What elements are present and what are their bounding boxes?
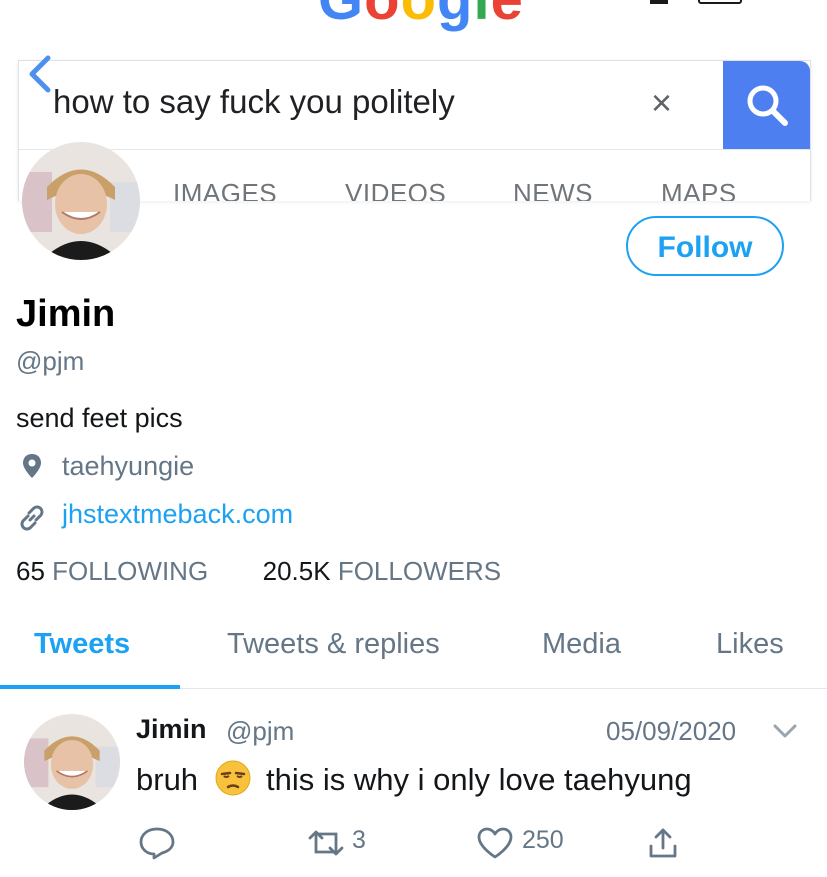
like-count: 250	[522, 826, 564, 854]
profile-bio: send feet pics	[16, 403, 183, 433]
following-label: FOLLOWING	[52, 556, 209, 586]
link-icon	[20, 505, 44, 531]
profile-handle: @pjm	[16, 346, 85, 376]
tweet-avatar[interactable]	[24, 714, 120, 810]
profile-location: taehyungie	[62, 451, 195, 481]
status-bar-time	[36, 0, 136, 6]
avatar-image	[24, 714, 120, 810]
followers-stat[interactable]: 20.5K FOLLOWERS	[263, 556, 501, 586]
tab-images[interactable]: IMAGES	[173, 178, 277, 201]
tab-news[interactable]: NEWS	[513, 178, 593, 201]
share-icon[interactable]	[646, 826, 680, 860]
avatar-image	[22, 142, 140, 260]
following-stat[interactable]: 65 FOLLOWING	[16, 556, 208, 586]
profile-avatar[interactable]	[22, 142, 140, 260]
search-button[interactable]	[723, 61, 810, 149]
tab-tweets[interactable]: Tweets	[34, 628, 130, 661]
retweet-icon[interactable]	[306, 826, 346, 860]
followers-count: 20.5K	[262, 556, 331, 586]
google-logo: Google	[318, 0, 524, 32]
tweet-author-handle: @pjm	[226, 716, 295, 746]
status-bar-indicators	[650, 0, 800, 6]
tweet-date: 05/09/2020	[606, 716, 737, 746]
tweet-text-end: this is why i only love taehyung	[266, 762, 692, 797]
active-tab-indicator	[0, 685, 180, 689]
search-bar: how to say fuck you politely ×	[19, 61, 810, 150]
close-icon[interactable]: ×	[651, 85, 672, 121]
back-chevron-icon[interactable]	[22, 52, 62, 96]
search-icon	[747, 85, 788, 126]
unamused-face-emoji	[215, 760, 251, 796]
google-search-card: how to say fuck you politely × IMAGES VI…	[18, 60, 811, 201]
tab-likes[interactable]: Likes	[716, 628, 784, 661]
tab-tweets-replies[interactable]: Tweets & replies	[227, 628, 440, 661]
location-pin-icon	[23, 454, 41, 478]
search-input[interactable]: how to say fuck you politely	[53, 83, 455, 121]
followers-label: FOLLOWERS	[337, 556, 502, 586]
tab-maps[interactable]: MAPS	[661, 178, 737, 201]
tweet-text-start: bruh	[136, 762, 199, 797]
tab-videos[interactable]: VIDEOS	[345, 178, 446, 201]
tab-media[interactable]: Media	[542, 628, 621, 661]
signal-icon	[650, 0, 668, 4]
battery-icon	[698, 0, 742, 4]
tweet-author-name[interactable]: Jimin	[136, 714, 207, 745]
chevron-down-icon[interactable]	[772, 722, 798, 740]
profile-website-link[interactable]: jhstextmeback.com	[62, 499, 293, 530]
retweet-count: 3	[352, 826, 366, 854]
like-icon[interactable]	[476, 826, 514, 860]
profile-stats: 65 FOLLOWING 20.5K FOLLOWERS	[16, 556, 501, 587]
profile-display-name: Jimin	[16, 293, 116, 335]
following-count: 65	[16, 556, 45, 586]
reply-icon[interactable]	[138, 826, 176, 860]
follow-button[interactable]: Follow	[626, 216, 784, 276]
